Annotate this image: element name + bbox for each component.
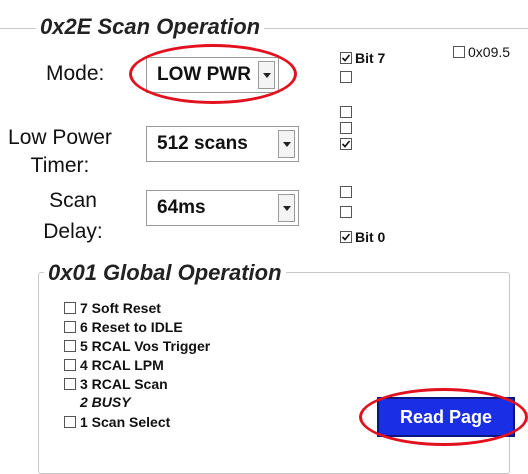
global-operation-title: 0x01 Global Operation bbox=[44, 260, 286, 286]
soft-reset-label: 7 Soft Reset bbox=[80, 300, 161, 316]
rcal-lpm-label: 4 RCAL LPM bbox=[80, 357, 164, 373]
bit2-checkbox[interactable] bbox=[340, 186, 352, 198]
bit7-label: Bit 7 bbox=[355, 50, 386, 66]
low-power-timer-label-line2: Timer: bbox=[30, 154, 90, 177]
reset-to-idle-checkbox-row[interactable]: 6 Reset to IDLE bbox=[64, 319, 183, 335]
scan-delay-select[interactable]: 64ms bbox=[146, 190, 299, 226]
low-power-timer-select[interactable]: 512 scans bbox=[146, 126, 299, 162]
reg-0x09-5-checkbox[interactable] bbox=[453, 46, 465, 58]
scan-delay-value: 64ms bbox=[157, 197, 206, 218]
rcal-vos-trigger-checkbox-row[interactable]: 5 RCAL Vos Trigger bbox=[64, 338, 210, 354]
scan-delay-label-line1: Scan bbox=[49, 189, 97, 212]
bit6-checkbox[interactable] bbox=[340, 71, 352, 83]
scan-select-checkbox[interactable] bbox=[64, 416, 76, 428]
bit7-checkbox[interactable] bbox=[340, 52, 352, 64]
reg-0x09-5-label: 0x09.5 bbox=[468, 44, 511, 60]
soft-reset-checkbox[interactable] bbox=[64, 302, 76, 314]
reg-0x09-5-checkbox-row[interactable]: 0x09.5 bbox=[453, 44, 510, 60]
bit1-checkbox[interactable] bbox=[340, 206, 352, 218]
low-power-timer-label-line1: Low Power bbox=[8, 126, 112, 149]
read-page-highlight-ellipse bbox=[359, 388, 528, 446]
chevron-down-icon[interactable] bbox=[278, 194, 295, 222]
busy-status-label: 2 BUSY bbox=[80, 394, 131, 410]
rcal-scan-label: 3 RCAL Scan bbox=[80, 376, 168, 392]
bit0-checkbox-row[interactable]: Bit 0 bbox=[340, 229, 385, 245]
reset-to-idle-label: 6 Reset to IDLE bbox=[80, 319, 183, 335]
bit3-checkbox[interactable] bbox=[340, 138, 352, 150]
scan-operation-title: 0x2E Scan Operation bbox=[36, 14, 265, 40]
bit0-checkbox[interactable] bbox=[340, 231, 352, 243]
scan-select-label: 1 Scan Select bbox=[80, 414, 171, 430]
chevron-down-icon[interactable] bbox=[278, 130, 295, 158]
mode-highlight-ellipse bbox=[129, 44, 297, 104]
bit5-checkbox[interactable] bbox=[340, 106, 352, 118]
low-power-timer-value: 512 scans bbox=[157, 133, 248, 154]
rcal-lpm-checkbox[interactable] bbox=[64, 359, 76, 371]
bit7-checkbox-row[interactable]: Bit 7 bbox=[340, 50, 385, 66]
scan-select-checkbox-row[interactable]: 1 Scan Select bbox=[64, 414, 170, 430]
bit0-label: Bit 0 bbox=[355, 229, 386, 245]
mode-label: Mode: bbox=[46, 62, 105, 85]
scan-delay-label-line2: Delay: bbox=[43, 220, 103, 243]
rcal-scan-checkbox[interactable] bbox=[64, 378, 76, 390]
rcal-lpm-checkbox-row[interactable]: 4 RCAL LPM bbox=[64, 357, 164, 373]
rcal-scan-checkbox-row[interactable]: 3 RCAL Scan bbox=[64, 376, 168, 392]
soft-reset-checkbox-row[interactable]: 7 Soft Reset bbox=[64, 300, 161, 316]
reset-to-idle-checkbox[interactable] bbox=[64, 321, 76, 333]
rcal-vos-trigger-label: 5 RCAL Vos Trigger bbox=[80, 338, 211, 354]
rcal-vos-trigger-checkbox[interactable] bbox=[64, 340, 76, 352]
bit4-checkbox[interactable] bbox=[340, 122, 352, 134]
